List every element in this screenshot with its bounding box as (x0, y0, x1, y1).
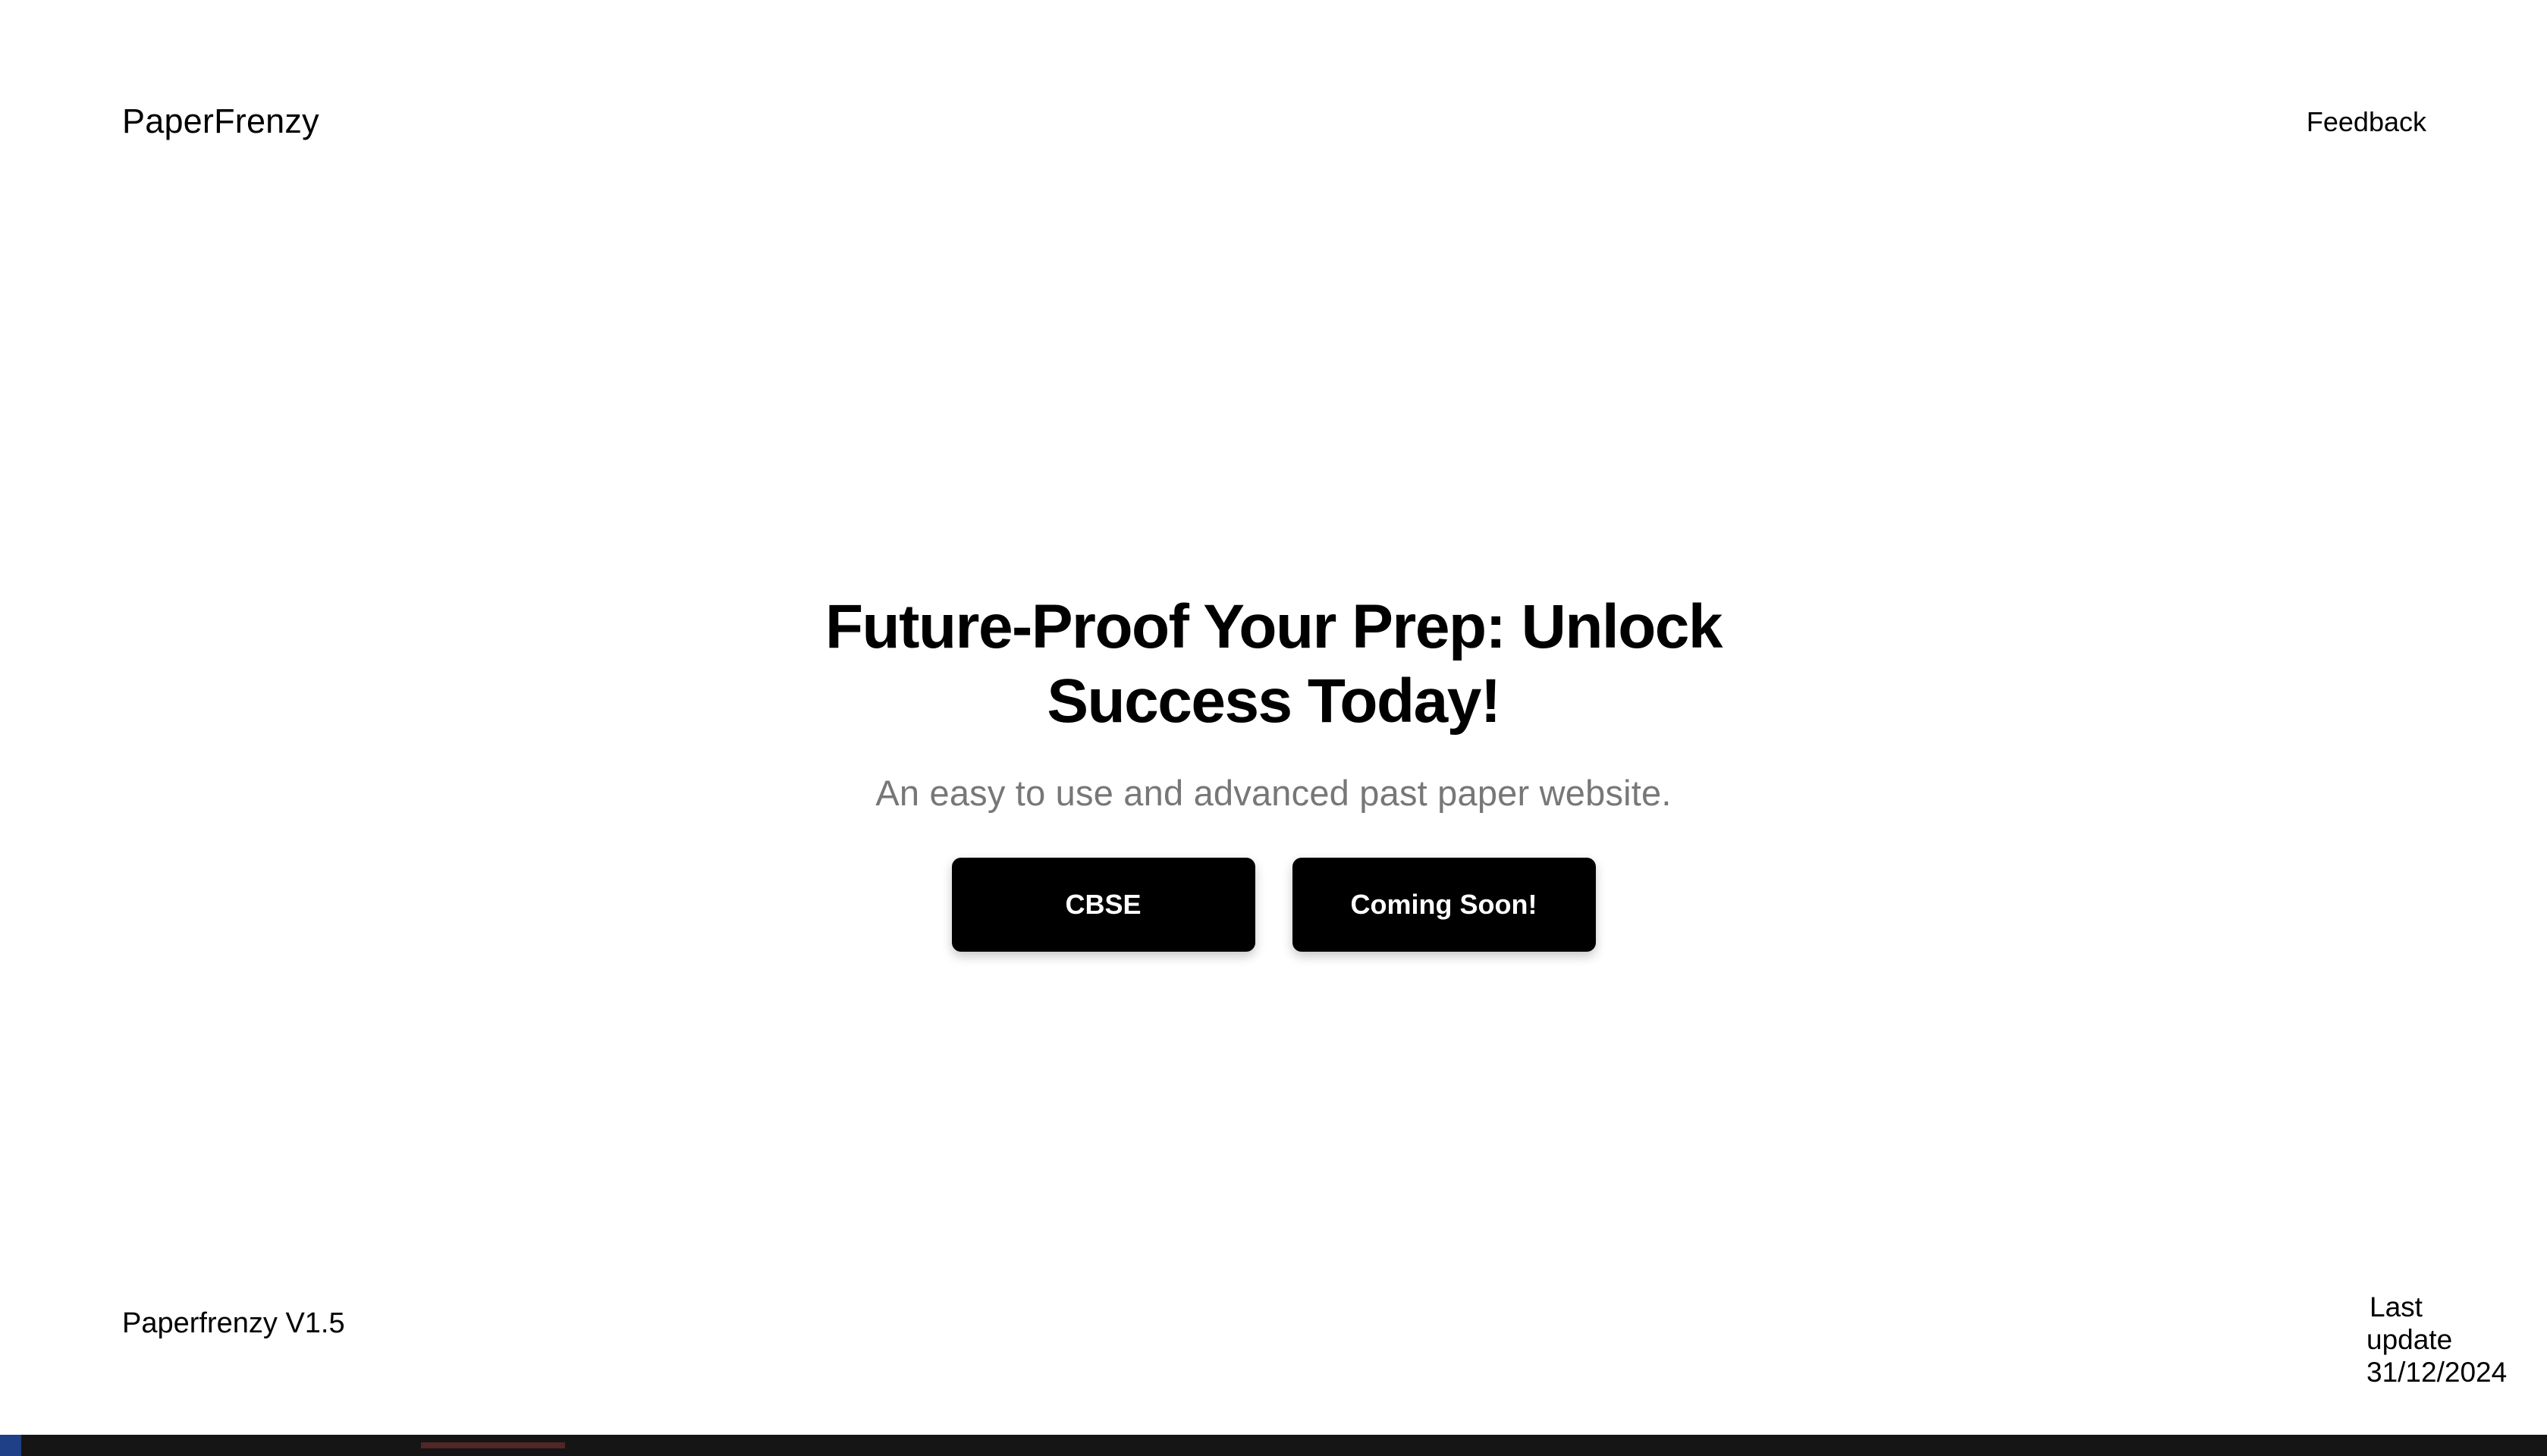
hero-title: Future-Proof Your Prep: Unlock Success T… (824, 592, 1723, 736)
hero-subtitle: An easy to use and advanced past paper w… (875, 773, 1672, 813)
last-update-label-line-2: update (2366, 1324, 2453, 1355)
background-desktop-strip (0, 1435, 2547, 1456)
landing-page: PaperFrenzy Feedback Future-Proof Your P… (0, 0, 2547, 1435)
feedback-link[interactable]: Feedback (2307, 103, 2426, 141)
hero-actions: CBSE Coming Soon! (0, 858, 2547, 952)
last-update-label-line-1: Last (2370, 1291, 2423, 1323)
coming-soon-button[interactable]: Coming Soon! (1292, 858, 1596, 952)
site-logo[interactable]: PaperFrenzy (122, 99, 319, 144)
last-update-info: Last update 31/12/2024 (2366, 1291, 2526, 1389)
version-label: Paperfrenzy V1.5 (122, 1307, 345, 1339)
hero-section: Future-Proof Your Prep: Unlock Success T… (0, 590, 2547, 952)
last-update-date: 31/12/2024 (2366, 1357, 2508, 1388)
cbse-button[interactable]: CBSE (951, 858, 1255, 952)
